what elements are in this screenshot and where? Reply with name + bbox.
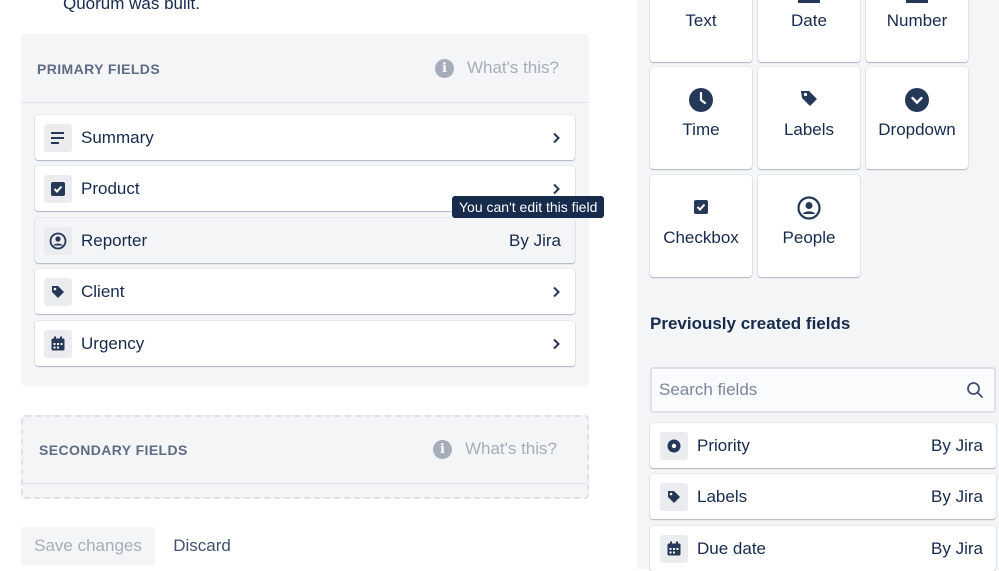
calendar-icon [44, 329, 72, 358]
prev-field-labels[interactable]: Labels By Jira [650, 474, 996, 519]
field-label: Client [81, 281, 125, 301]
primary-fields-title: PRIMARY FIELDS [37, 61, 161, 77]
secondary-fields-header: SECONDARY FIELDS i What's this? [23, 415, 587, 484]
field-type-labels[interactable]: Labels [758, 67, 860, 169]
tile-label: Dropdown [878, 120, 956, 139]
text-lines-icon [44, 123, 72, 152]
intro-text: Quorum was built. [63, 0, 200, 13]
tile-label: Date [791, 11, 827, 30]
primary-fields-header: PRIMARY FIELDS i What's this? [21, 34, 589, 103]
tile-label: Time [682, 120, 720, 139]
whats-this-label: What's this? [466, 58, 559, 77]
chevron-right-icon [551, 183, 561, 195]
checkbox-icon [44, 174, 72, 203]
search-fields-box[interactable] [650, 367, 996, 413]
tile-label: Labels [783, 120, 835, 139]
field-type-checkbox[interactable]: Checkbox [650, 175, 752, 277]
whats-this-label: What's this? [464, 439, 557, 458]
person-icon [44, 226, 72, 255]
secondary-fields-title: SECONDARY FIELDS [39, 442, 188, 458]
tag-icon [660, 482, 688, 511]
by-jira-label: By Jira [931, 538, 983, 558]
field-type-date[interactable]: Date [758, 0, 860, 62]
calendar-icon [660, 534, 688, 563]
info-icon: i [434, 58, 454, 78]
checkbox-icon [650, 199, 752, 215]
discard-button[interactable]: Discard [159, 527, 245, 565]
cant-edit-tooltip: You can't edit this field [452, 196, 605, 218]
field-type-dropdown[interactable]: Dropdown [866, 67, 968, 169]
tile-label: Number [886, 11, 948, 30]
field-label: Labels [697, 486, 748, 506]
field-label: Summary [81, 127, 154, 147]
field-label: Due date [697, 538, 766, 558]
tile-label: Text [685, 11, 717, 30]
save-changes-button[interactable]: Save changes [21, 527, 155, 565]
field-row-summary[interactable]: Summary [35, 115, 575, 160]
clock-icon [650, 88, 752, 112]
number-icon [866, 0, 968, 4]
secondary-whats-this-link[interactable]: i What's this? [432, 439, 557, 459]
tile-label: Checkbox [663, 228, 739, 247]
field-type-time[interactable]: Time [650, 67, 752, 169]
chevron-circle-icon [866, 88, 968, 112]
field-row-urgency[interactable]: Urgency [35, 321, 575, 366]
previously-created-title: Previously created fields [650, 314, 851, 333]
field-type-text[interactable]: Text [650, 0, 752, 62]
field-type-people[interactable]: People [758, 175, 860, 277]
prev-field-due-date[interactable]: Due date By Jira [650, 526, 996, 571]
field-label: Product [81, 178, 140, 198]
radio-icon [660, 431, 688, 460]
field-label: Priority [697, 435, 750, 455]
chevron-right-icon [551, 286, 561, 298]
field-label: Urgency [81, 333, 145, 353]
person-icon [758, 196, 860, 220]
field-label: Reporter [81, 230, 148, 250]
chevron-right-icon [551, 132, 561, 144]
search-icon[interactable] [966, 381, 984, 404]
primary-whats-this-link[interactable]: i What's this? [434, 58, 559, 78]
calendar-icon [758, 0, 860, 4]
field-row-reporter: Reporter By Jira [35, 218, 575, 263]
by-jira-label: By Jira [509, 230, 561, 250]
chevron-right-icon [551, 338, 561, 350]
by-jira-label: By Jira [931, 486, 983, 506]
field-type-number[interactable]: Number [866, 0, 968, 62]
search-input[interactable] [659, 369, 959, 411]
tag-icon [758, 88, 860, 108]
info-icon: i [432, 439, 452, 459]
field-row-client[interactable]: Client [35, 269, 575, 314]
secondary-fields-panel: SECONDARY FIELDS i What's this? [21, 415, 589, 499]
tile-label: People [782, 228, 836, 247]
tag-icon [44, 277, 72, 306]
prev-field-priority[interactable]: Priority By Jira [650, 423, 996, 468]
by-jira-label: By Jira [931, 435, 983, 455]
